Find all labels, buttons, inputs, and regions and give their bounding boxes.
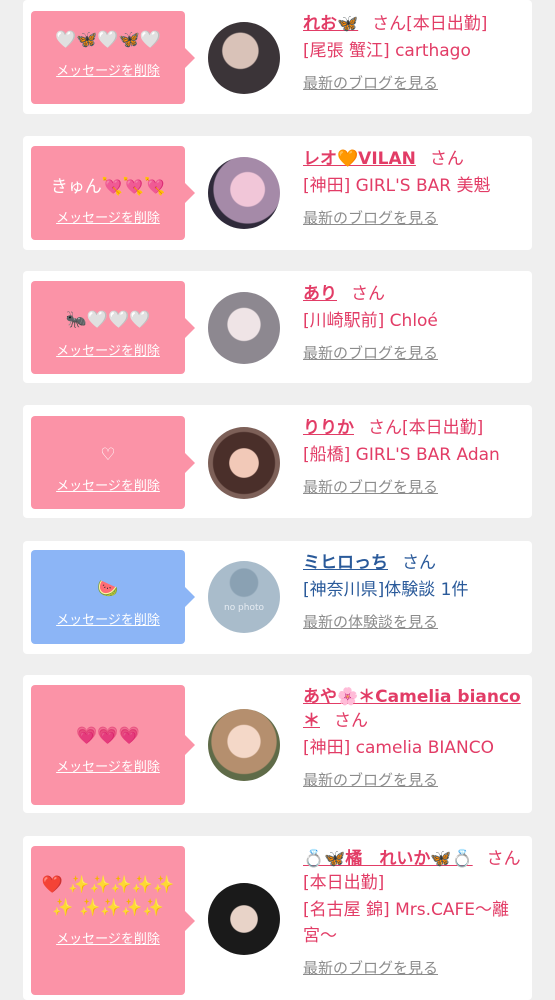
message-bubble: 🍉 メッセージを削除 [31,550,195,644]
shop-info: [神田] camelia BIANCO [303,738,494,758]
user-name-link[interactable]: 💍🦋橘 れいか🦋💍 [303,849,473,869]
delete-message-link[interactable]: メッセージを削除 [31,475,185,494]
message-bubble: 💗💗💗 メッセージを削除 [31,685,195,805]
message-text: きゅん💘💘💘 [50,177,166,197]
message-bubble: 🐜🤍🤍🤍 メッセージを削除 [31,281,195,374]
no-photo-avatar[interactable]: no photo [208,561,280,633]
message-text: 🤍🦋🤍🦋🤍 [55,30,161,50]
latest-blog-link[interactable]: 最新のブログを見る [303,957,525,978]
latest-blog-link[interactable]: 最新のブログを見る [303,476,525,497]
list-item: ♡ メッセージを削除 りりか さん[本日出勤] [船橋] GIRL'S BAR A… [23,405,532,518]
message-bubble: ❤️ ✨✨✨✨✨✨ ✨✨✨✨ メッセージを削除 [31,846,195,995]
shop-info: [船橋] GIRL'S BAR Adan [303,445,500,465]
shop-info: [神奈川県]体験談 1件 [303,580,469,600]
message-bubble: 🤍🦋🤍🦋🤍 メッセージを削除 [31,11,195,104]
message-text: 🐜🤍🤍🤍 [65,310,151,330]
honorific-status: さん [334,711,368,731]
latest-blog-link[interactable]: 最新のブログを見る [303,207,525,228]
avatar[interactable] [208,883,280,955]
user-name-link[interactable]: あり [303,284,337,304]
delete-message-link[interactable]: メッセージを削除 [31,756,185,775]
shop-info: [神田] GIRL'S BAR 美魁 [303,176,491,196]
delete-message-link[interactable]: メッセージを削除 [31,340,185,359]
avatar[interactable] [208,709,280,781]
message-text: ❤️ ✨✨✨✨✨✨ ✨✨✨✨ [41,875,175,918]
shop-info: [名古屋 錦] Mrs.CAFE〜離宮〜 [303,900,510,946]
latest-blog-link[interactable]: 最新のブログを見る [303,342,525,363]
list-item: 🍉 メッセージを削除 no photo ミヒロっち さん [神奈川県]体験談 1件… [23,541,532,654]
user-name-link[interactable]: ミヒロっち [303,553,388,573]
message-text: ♡ [100,445,116,465]
delete-message-link[interactable]: メッセージを削除 [31,609,185,628]
list-item: 🐜🤍🤍🤍 メッセージを削除 あり さん [川崎駅前] Chloé 最新のブログを見… [23,271,532,383]
list-item: ❤️ ✨✨✨✨✨✨ ✨✨✨✨ メッセージを削除 💍🦋橘 れいか🦋💍 さん[本日出勤… [23,836,532,1000]
delete-message-link[interactable]: メッセージを削除 [31,207,185,226]
avatar[interactable] [208,22,280,94]
shop-info: [川崎駅前] Chloé [303,311,438,331]
message-text: 🍉 [97,579,119,599]
message-text: 💗💗💗 [76,726,140,746]
no-photo-label: no photo [223,603,265,613]
user-name-link[interactable]: レオ🧡VILAN [303,149,416,169]
delete-message-link[interactable]: メッセージを削除 [31,928,185,947]
message-bubble: きゅん💘💘💘 メッセージを削除 [31,146,195,240]
shop-info: [尾張 蟹江] carthago [303,41,471,61]
user-name-link[interactable]: れお🦋 [303,14,358,34]
honorific-status: さん[本日出勤] [368,418,484,438]
message-list: 🤍🦋🤍🦋🤍 メッセージを削除 れお🦋 さん[本日出勤] [尾張 蟹江] carth… [0,0,555,1000]
honorific-status: さん [402,553,436,573]
list-item: 💗💗💗 メッセージを削除 あや🌸＊Camelia bianco＊ さん [神田] … [23,675,532,813]
honorific-status: さん [351,284,385,304]
list-item: 🤍🦋🤍🦋🤍 メッセージを削除 れお🦋 さん[本日出勤] [尾張 蟹江] carth… [23,0,532,114]
latest-blog-link[interactable]: 最新のブログを見る [303,769,525,790]
delete-message-link[interactable]: メッセージを削除 [31,60,185,79]
honorific-status: さん [429,149,464,169]
list-item: きゅん💘💘💘 メッセージを削除 レオ🧡VILAN さん [神田] GIRL'S B… [23,136,532,250]
avatar[interactable] [208,427,280,499]
avatar[interactable] [208,292,280,364]
honorific-status: さん[本日出勤] [372,14,488,34]
message-bubble: ♡ メッセージを削除 [31,416,195,509]
latest-blog-link[interactable]: 最新のブログを見る [303,72,525,93]
latest-review-link[interactable]: 最新の体験談を見る [303,611,525,632]
user-name-link[interactable]: りりか [303,418,354,438]
avatar[interactable] [208,157,280,229]
